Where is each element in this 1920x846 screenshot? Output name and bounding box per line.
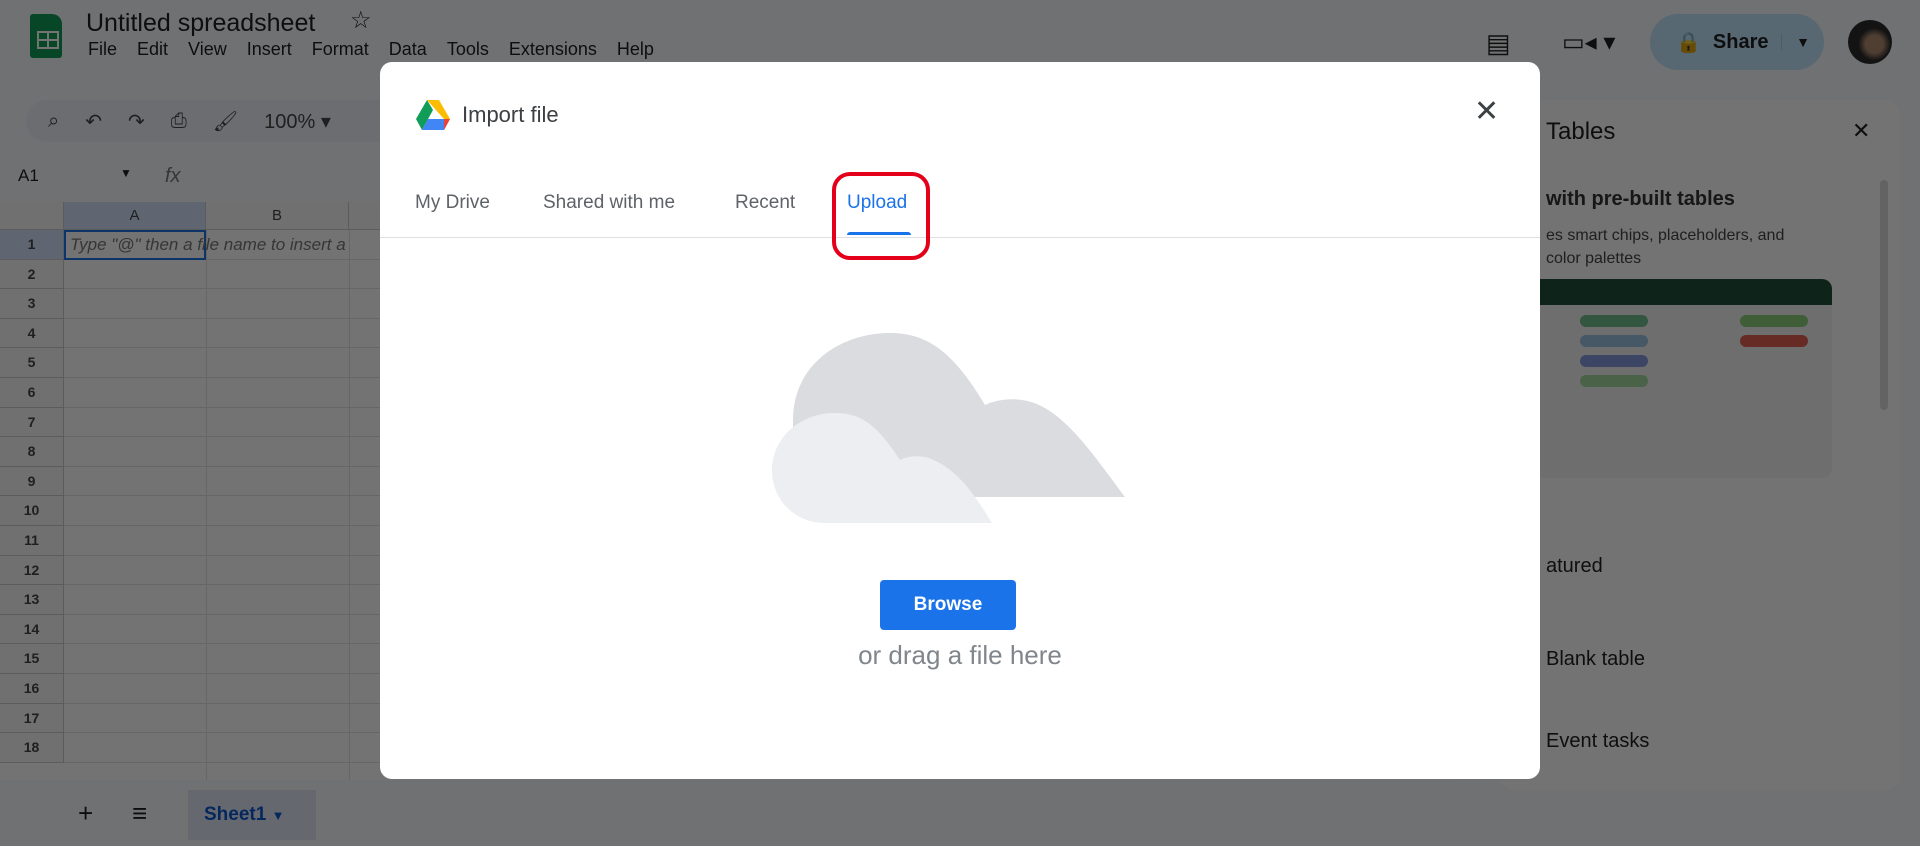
row-header[interactable]: 18	[0, 733, 64, 763]
paint-format-icon[interactable]: 🖌	[213, 109, 238, 134]
zoom-select[interactable]: 100% ▾	[264, 109, 331, 134]
row-header[interactable]: 13	[0, 585, 64, 615]
preview-chip	[1580, 355, 1648, 367]
preview-chip	[1580, 315, 1648, 327]
share-dropdown[interactable]: ▼	[1781, 34, 1810, 50]
preview-header	[1530, 279, 1832, 305]
share-label: Share	[1712, 30, 1769, 53]
row-header[interactable]: 16	[0, 674, 64, 704]
featured-heading: atured	[1546, 555, 1603, 577]
panel-desc-2: color palettes	[1546, 250, 1642, 267]
dialog-title: Import file	[462, 102, 559, 127]
document-title[interactable]: Untitled spreadsheet	[86, 8, 315, 38]
tab-recent[interactable]: Recent	[735, 192, 795, 214]
tab-my-drive[interactable]: My Drive	[415, 192, 490, 214]
row-header[interactable]: 8	[0, 437, 64, 467]
preview-chip	[1580, 335, 1648, 347]
menu-extensions[interactable]: Extensions	[509, 39, 597, 60]
row-header[interactable]: 5	[0, 348, 64, 378]
close-icon[interactable]: ✕	[1474, 94, 1499, 129]
zoom-value: 100%	[264, 110, 316, 133]
fx-icon: fx	[165, 165, 181, 187]
row-header[interactable]: 17	[0, 703, 64, 734]
cloud-illustration	[772, 333, 1125, 523]
template-blank-table[interactable]: Blank table	[1546, 648, 1645, 671]
chevron-down-icon[interactable]: ▼	[272, 808, 285, 823]
tabs-divider	[380, 237, 1540, 238]
share-button[interactable]: 🔒 Share ▼	[1650, 14, 1824, 70]
chevron-down-icon[interactable]: ▼	[120, 166, 132, 180]
row-header[interactable]: 2	[0, 259, 64, 290]
panel-title: Tables	[1546, 118, 1616, 145]
row-header[interactable]: 3	[0, 289, 64, 319]
row-header[interactable]: 9	[0, 466, 64, 497]
panel-scrollbar[interactable]	[1880, 180, 1888, 410]
drag-hint: or drag a file here	[858, 640, 1062, 670]
tables-panel: Tables ✕ with pre-built tables es smart …	[1500, 100, 1900, 790]
lock-icon: 🔒	[1676, 31, 1701, 54]
row-header[interactable]: 7	[0, 407, 64, 438]
print-icon[interactable]: ⎙	[171, 110, 187, 133]
row-header[interactable]: 6	[0, 378, 64, 408]
menu-insert[interactable]: Insert	[247, 39, 292, 60]
import-file-dialog: Import file ✕ My Drive Shared with me Re…	[380, 62, 1540, 779]
panel-subtitle: with pre-built tables	[1546, 188, 1735, 210]
row-header[interactable]: 1	[0, 230, 64, 260]
menu-file[interactable]: File	[88, 39, 117, 60]
avatar[interactable]	[1848, 20, 1892, 64]
column-divider	[206, 230, 207, 780]
comments-icon[interactable]: ▤	[1486, 28, 1511, 59]
preview-chip	[1580, 375, 1648, 387]
template-event-tasks[interactable]: Event tasks	[1546, 730, 1649, 753]
menu-edit[interactable]: Edit	[137, 39, 168, 60]
upload-tab-highlight	[832, 172, 930, 260]
row-header[interactable]: 11	[0, 526, 64, 556]
search-icon[interactable]: ⌕	[48, 110, 59, 133]
menu-data[interactable]: Data	[389, 39, 427, 60]
tab-shared-with-me[interactable]: Shared with me	[543, 192, 675, 214]
menu-help[interactable]: Help	[617, 39, 654, 60]
preview-chip	[1740, 335, 1808, 347]
column-divider	[349, 230, 350, 780]
undo-icon[interactable]: ↶	[85, 109, 102, 134]
row-header[interactable]: 12	[0, 555, 64, 586]
panel-desc-1: es smart chips, placeholders, and	[1546, 227, 1785, 244]
sheets-logo[interactable]	[30, 14, 62, 58]
corner-cell[interactable]	[0, 202, 64, 230]
column-header-a[interactable]: A	[64, 202, 206, 230]
close-panel-icon[interactable]: ✕	[1852, 118, 1870, 144]
google-drive-icon	[416, 100, 450, 130]
menu-format[interactable]: Format	[312, 39, 369, 60]
browse-button[interactable]: Browse	[880, 580, 1016, 630]
star-icon[interactable]: ☆	[350, 6, 372, 35]
menu-tools[interactable]: Tools	[447, 39, 489, 60]
row-header[interactable]: 15	[0, 644, 64, 674]
row-header[interactable]: 14	[0, 614, 64, 645]
column-header-b[interactable]: B	[206, 202, 349, 230]
redo-icon[interactable]: ↷	[128, 109, 145, 134]
preview-chip	[1740, 315, 1808, 327]
table-preview-image[interactable]	[1530, 279, 1832, 478]
cell-hint: Type "@" then a file name to insert a	[70, 235, 346, 254]
sheet-tab-label: Sheet1	[204, 804, 267, 825]
menu-view[interactable]: View	[188, 39, 227, 60]
row-header[interactable]: 4	[0, 318, 64, 349]
sheet-tab-sheet1[interactable]: Sheet1 ▼	[188, 790, 316, 840]
name-box[interactable]: A1	[18, 166, 39, 186]
menu-bar: File Edit View Insert Format Data Tools …	[88, 39, 654, 60]
meet-icon[interactable]: ▭◂ ▾	[1562, 28, 1615, 57]
row-header[interactable]: 10	[0, 496, 64, 526]
all-sheets-button[interactable]: ≡	[132, 798, 147, 829]
add-sheet-button[interactable]: +	[78, 798, 93, 829]
